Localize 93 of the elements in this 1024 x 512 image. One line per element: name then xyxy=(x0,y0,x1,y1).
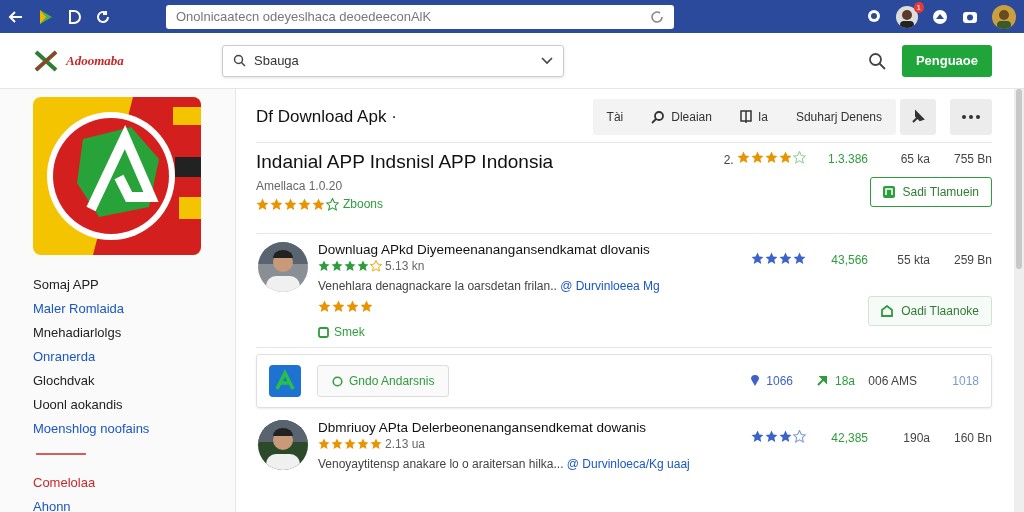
book-icon xyxy=(739,109,752,124)
star-icon xyxy=(357,438,369,450)
like-count: 1066 xyxy=(766,374,793,388)
tag-icon xyxy=(318,326,329,338)
page-title: Df Download Apk · xyxy=(256,106,398,127)
result-title[interactable]: Dbmriuoy APta Delerbeonenangansendkemat dowanis xyxy=(318,420,652,435)
d-shape-icon[interactable] xyxy=(68,8,82,25)
star-icon xyxy=(751,151,764,164)
star-icon xyxy=(256,197,269,211)
star-icon xyxy=(344,438,356,450)
toolbar-item[interactable]: Ia xyxy=(739,109,768,124)
home-icon xyxy=(881,305,894,317)
toolbar-item[interactable]: Sduharj Denens xyxy=(795,109,882,124)
download-count: 1.3.386 xyxy=(826,152,868,166)
review-count: Zboons xyxy=(343,197,384,211)
search-icon[interactable] xyxy=(867,51,886,70)
rank-text: 2. xyxy=(723,153,734,167)
star-icon xyxy=(357,260,369,272)
download-count: 42,385 xyxy=(830,431,868,445)
tag-label: Smek xyxy=(334,325,365,339)
logo-icon xyxy=(34,49,58,72)
reload-icon[interactable] xyxy=(650,9,664,24)
scrollbar-thumb[interactable] xyxy=(1016,89,1022,269)
count-text: 160 Bn xyxy=(952,431,992,445)
star-icon xyxy=(284,197,297,211)
star-icon xyxy=(331,260,343,272)
toolbar-item[interactable]: Dleaian xyxy=(651,109,712,124)
sidebar-link[interactable]: Onranerda xyxy=(33,345,235,369)
arrow-icon xyxy=(816,374,829,386)
size-text: 190a xyxy=(902,431,930,445)
star-icon xyxy=(318,438,330,450)
address-text: Onolnicaatecn odeyeslhaca deoedeeconAlK xyxy=(176,9,432,24)
sidebar-link[interactable]: Moenshlog noofains xyxy=(33,417,235,441)
open-button[interactable]: Oadi Tlaanoke xyxy=(868,296,992,326)
app-title: Indanial APP Indsnisl APP Indonsia xyxy=(256,151,555,173)
notification-badge: 1 xyxy=(913,1,924,13)
search-icon xyxy=(233,54,246,67)
sidebar-label: Uoonl aokandis xyxy=(33,396,124,414)
star-icon xyxy=(360,300,373,313)
rating-text: 5.13 kn xyxy=(385,259,425,273)
star-icon xyxy=(779,430,792,443)
result-title[interactable]: Downluag APkd Diyemeenanangansendkamat dlovanis xyxy=(318,242,652,257)
more-icon xyxy=(962,114,980,119)
star-icon xyxy=(318,300,331,313)
toolbar-item[interactable]: Tài xyxy=(606,109,624,124)
star-icon xyxy=(298,197,311,211)
circle-icon xyxy=(332,375,343,387)
result-link[interactable]: @ Durvinloeea Mg xyxy=(560,279,660,293)
star-icon xyxy=(765,430,778,443)
star-icon xyxy=(370,438,382,450)
star-icon xyxy=(765,252,778,265)
star-icon xyxy=(793,252,806,265)
star-icon xyxy=(737,151,750,164)
count-text: 259 Bn xyxy=(952,253,992,267)
star-icon xyxy=(751,430,764,443)
pin-button[interactable] xyxy=(900,98,936,135)
download-count: 43,566 xyxy=(830,253,868,267)
share-count: 18a xyxy=(834,374,855,388)
size-text: 65 ka xyxy=(899,152,930,166)
empty-star-icon xyxy=(326,197,339,211)
result-link[interactable]: @ Durvinloeca/Kg uaaj xyxy=(566,457,690,471)
version-text: Amellaca 1.0.20 xyxy=(256,179,344,193)
star-icon xyxy=(779,252,792,265)
sidebar-link[interactable]: Maler Romlaida xyxy=(33,297,235,321)
star-icon xyxy=(344,260,356,272)
search-field[interactable]: Sbauga xyxy=(222,44,564,77)
star-icon xyxy=(765,151,778,164)
sidebar-label: Mnehadiarlolgs xyxy=(33,324,123,342)
star-icon xyxy=(318,260,330,272)
star-icon xyxy=(312,197,325,211)
promo-button[interactable]: Gndo Andarsnis xyxy=(317,365,450,397)
star-icon xyxy=(346,300,359,313)
address-field[interactable]: Onolnicaatecn odeyeslhaca deoedeeconAlK xyxy=(166,4,674,29)
chevron-down-icon xyxy=(541,56,553,65)
back-icon[interactable] xyxy=(8,8,24,25)
rating-text: 2.13 ua xyxy=(385,437,426,451)
more-button[interactable] xyxy=(950,98,992,135)
size-text: 006 AMS xyxy=(867,374,917,388)
count-text: 1018 xyxy=(951,374,979,388)
sidebar-link[interactable]: Comelolaa xyxy=(33,471,235,495)
star-icon xyxy=(779,151,792,164)
refresh-icon[interactable] xyxy=(96,9,110,24)
brand-name: Adoomaba xyxy=(66,52,124,69)
star-icon xyxy=(270,197,283,211)
sidebar-link[interactable]: Ahonn xyxy=(33,495,235,512)
star-icon xyxy=(332,300,345,313)
star-icon xyxy=(331,438,343,450)
sidebar-label: Somaj APP xyxy=(33,276,100,294)
star-icon xyxy=(751,252,764,265)
sidebar-label: Glochdvak xyxy=(33,372,96,390)
size-text: 55 kta xyxy=(896,253,930,267)
open-button[interactable]: Sadi Tlamuein xyxy=(869,177,992,207)
count-text: 755 Bn xyxy=(952,152,992,166)
